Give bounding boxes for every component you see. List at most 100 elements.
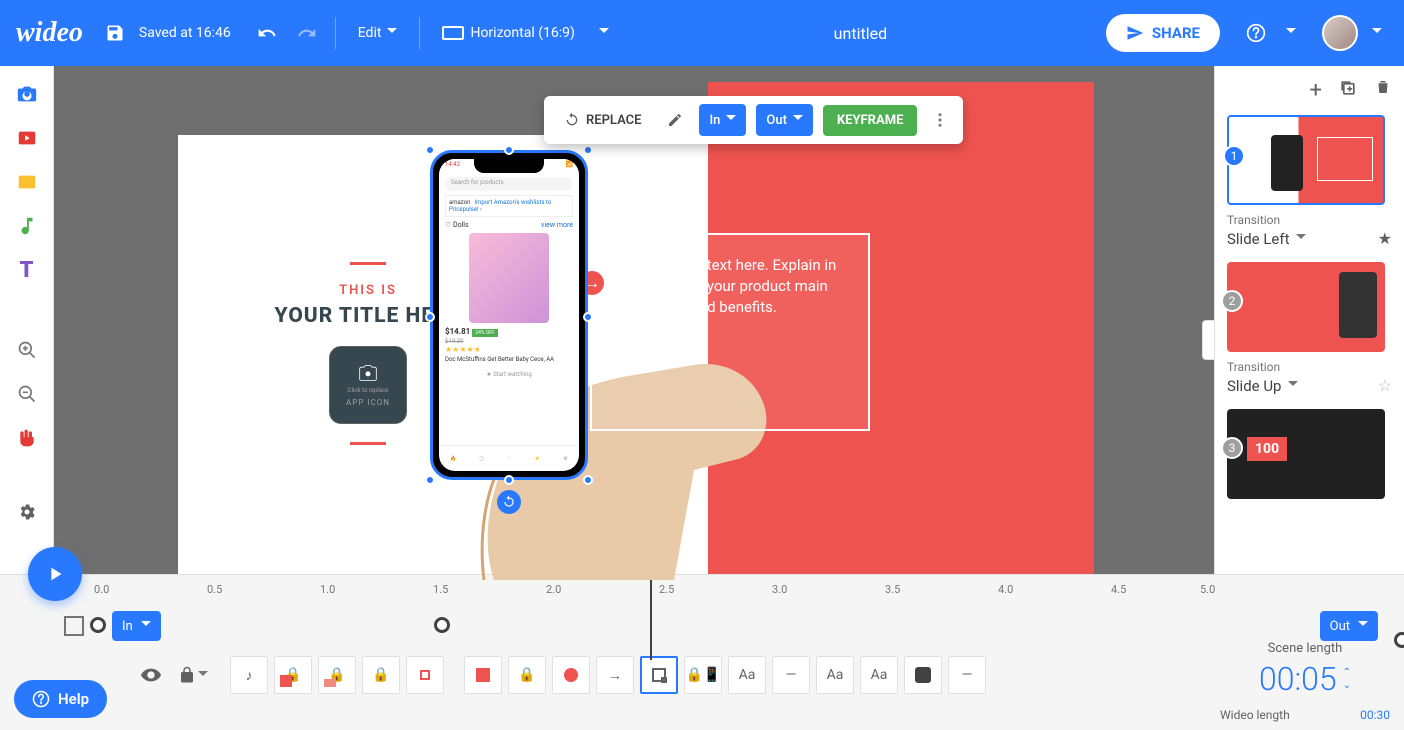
add-scene-button[interactable]: +	[1310, 78, 1322, 103]
layer-text-1[interactable]: Aa	[728, 656, 766, 694]
help-icon	[1246, 23, 1266, 43]
duplicate-scene-button[interactable]	[1338, 78, 1358, 103]
layer-8[interactable]: →	[596, 656, 634, 694]
layer-selected[interactable]	[640, 656, 678, 694]
keyframe-marker[interactable]	[1394, 632, 1404, 648]
layer-4[interactable]	[406, 656, 444, 694]
camera-tool[interactable]	[15, 82, 39, 106]
text-tool[interactable]: T	[15, 258, 39, 282]
selection-handle[interactable]	[583, 475, 593, 485]
settings-tool[interactable]	[15, 500, 39, 524]
more-vertical-icon	[931, 111, 949, 129]
help-menu[interactable]	[1240, 17, 1272, 49]
layer-12[interactable]: —	[948, 656, 986, 694]
more-button[interactable]	[927, 107, 953, 133]
dash-icon	[350, 262, 386, 265]
rotate-icon	[502, 495, 516, 509]
project-title[interactable]: untitled	[834, 24, 887, 43]
zoom-out-tool[interactable]	[15, 382, 39, 406]
top-bar: wideo Saved at 16:46 Edit Horizontal (16…	[0, 0, 1404, 66]
out-animation-button[interactable]: Out	[756, 104, 813, 136]
transition-select-2[interactable]: Slide Up	[1227, 377, 1298, 395]
orientation-dropdown[interactable]	[593, 18, 615, 48]
orientation-select[interactable]: Horizontal (16:9)	[432, 19, 584, 47]
replace-button[interactable]: REPLACE	[554, 106, 651, 134]
layer-2[interactable]: 🔒	[318, 656, 356, 694]
scene-thumb-2[interactable]: 2	[1227, 262, 1385, 352]
play-button[interactable]	[28, 547, 82, 601]
delete-scene-button[interactable]	[1374, 78, 1392, 103]
layer-3[interactable]: 🔒	[362, 656, 400, 694]
in-pill[interactable]: In	[112, 611, 161, 641]
in-animation-button[interactable]: In	[699, 104, 746, 136]
layer-7[interactable]	[552, 656, 590, 694]
save-button[interactable]	[99, 17, 131, 49]
layer-5[interactable]	[464, 656, 502, 694]
chevron-down-icon	[726, 111, 736, 129]
selection-handle[interactable]	[425, 475, 435, 485]
selection-handle[interactable]	[425, 145, 435, 155]
video-tool[interactable]	[15, 126, 39, 150]
undo-button[interactable]	[251, 17, 283, 49]
phone-search: Search for products	[445, 177, 573, 191]
layer-text-2[interactable]: Aa	[816, 656, 854, 694]
user-avatar[interactable]	[1322, 15, 1358, 51]
visibility-toggle[interactable]	[140, 664, 162, 686]
selection-handle[interactable]	[583, 145, 593, 155]
undo-icon	[257, 23, 277, 43]
star-outline-icon[interactable]: ☆	[1378, 376, 1392, 395]
lock-toggle[interactable]	[178, 666, 208, 685]
help-icon	[32, 690, 50, 708]
phone-element[interactable]: 14:42📶 Search for products amazonImport …	[430, 150, 588, 480]
timeline-track[interactable]: In Out	[0, 603, 1404, 649]
phone-notch	[474, 159, 544, 173]
rotate-handle[interactable]	[497, 490, 521, 514]
main-area: T THIS IS YOUR TITLE HERE Click to repla…	[0, 66, 1404, 574]
redo-button[interactable]	[291, 17, 323, 49]
zoom-in-tool[interactable]	[15, 338, 39, 362]
edit-pencil-button[interactable]	[661, 106, 689, 134]
text-box[interactable]: → Insert your text here. Explain in a fe…	[590, 233, 870, 431]
music-tool[interactable]	[15, 214, 39, 238]
keyframe-marker[interactable]	[434, 617, 450, 633]
star-icon[interactable]: ★	[1378, 229, 1392, 248]
selection-handle[interactable]	[425, 312, 435, 322]
feature-text: Insert your text here. Explain in a few …	[632, 255, 848, 318]
share-icon	[1126, 24, 1144, 42]
help-dropdown[interactable]	[1280, 18, 1302, 48]
replace-icon	[564, 112, 580, 128]
layer-9[interactable]: 🔒📱	[684, 656, 722, 694]
layer-6[interactable]: 🔒	[508, 656, 546, 694]
edit-menu[interactable]: Edit	[348, 18, 408, 48]
share-button[interactable]: SHARE	[1106, 14, 1220, 52]
screen-icon	[442, 26, 464, 40]
chevron-down-icon	[387, 24, 397, 42]
transition-select-1[interactable]: Slide Left	[1227, 230, 1306, 248]
selection-handle[interactable]	[504, 475, 514, 485]
image-tool[interactable]	[15, 170, 39, 194]
selection-handle[interactable]	[583, 312, 593, 322]
wideo-length-value: 00:30	[1360, 708, 1390, 722]
help-button[interactable]: Help	[14, 680, 107, 718]
layer-11[interactable]	[904, 656, 942, 694]
user-menu[interactable]	[1366, 18, 1388, 48]
layer-text-3[interactable]: Aa	[860, 656, 898, 694]
layer-10[interactable]: —	[772, 656, 810, 694]
keyframe-button[interactable]: KEYFRAME	[823, 105, 918, 136]
transition-label: Transition	[1227, 213, 1392, 227]
layer-1[interactable]: 🔒	[274, 656, 312, 694]
chevron-down-icon	[141, 617, 151, 635]
time-up-button[interactable]: ⌃	[1343, 667, 1351, 678]
canvas[interactable]: THIS IS YOUR TITLE HERE Click to replace…	[54, 66, 1214, 574]
time-down-button[interactable]: ⌄	[1343, 680, 1351, 691]
saved-status: Saved at 16:46	[139, 25, 231, 41]
selection-handle[interactable]	[504, 145, 514, 155]
separator	[419, 17, 420, 49]
layer-music[interactable]: ♪	[230, 656, 268, 694]
scene-length-label: Scene length	[1220, 641, 1390, 656]
keyframe-marker[interactable]	[90, 617, 106, 633]
scene-thumb-3[interactable]: 3 100	[1227, 409, 1385, 499]
pan-tool[interactable]	[15, 426, 39, 450]
scene-thumb-1[interactable]: 1	[1227, 115, 1385, 205]
chevron-down-icon	[599, 24, 609, 42]
